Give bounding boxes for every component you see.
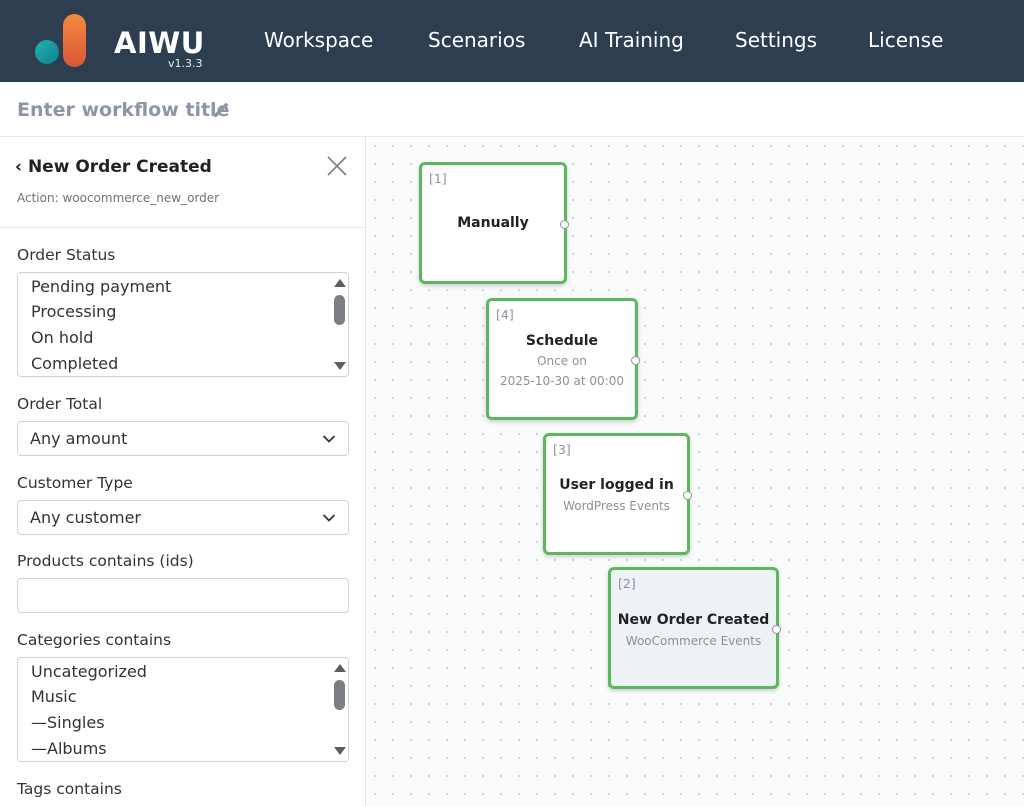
- list-item[interactable]: Uncategorized: [31, 662, 147, 681]
- scrollbar[interactable]: [330, 273, 348, 376]
- scroll-up-icon[interactable]: [334, 664, 346, 672]
- order-total-value: Any amount: [30, 429, 128, 448]
- scroll-down-icon[interactable]: [334, 362, 346, 370]
- nav-workspace[interactable]: Workspace: [264, 28, 373, 52]
- node-subtitle: WooCommerce Events: [625, 634, 762, 648]
- customer-type-label: Customer Type: [17, 474, 133, 492]
- action-label: Action: woocommerce_new_order: [17, 191, 220, 205]
- node-output-port[interactable]: [560, 220, 569, 229]
- workflow-title-input[interactable]: Enter workflow title: [17, 99, 229, 121]
- node-subtitle: Once on: [537, 354, 587, 368]
- node-subtitle: WordPress Events: [563, 499, 670, 513]
- top-bar: AIWU v1.3.3 Workspace Scenarios AI Train…: [0, 0, 1024, 82]
- chevron-down-icon: [322, 435, 336, 443]
- node-title: Manually: [457, 215, 529, 231]
- chevron-left-icon: ‹: [15, 157, 23, 177]
- order-total-label: Order Total: [17, 395, 103, 413]
- scrollbar-thumb[interactable]: [334, 680, 345, 710]
- list-item[interactable]: Processing: [31, 302, 116, 321]
- node-index: [4]: [496, 307, 514, 322]
- tags-label: Tags contains: [17, 780, 122, 798]
- list-item[interactable]: —Singles: [31, 713, 105, 732]
- panel-title: New Order Created: [27, 157, 212, 177]
- list-item[interactable]: Music: [31, 687, 77, 706]
- list-item[interactable]: On hold: [31, 328, 93, 347]
- node-index: [3]: [553, 442, 571, 457]
- chevron-down-icon: [322, 514, 336, 522]
- nav-ai-training[interactable]: AI Training: [579, 28, 684, 52]
- workflow-title-bar: Enter workflow title: [0, 82, 1024, 137]
- products-label: Products contains (ids): [17, 552, 194, 570]
- list-item[interactable]: Completed: [31, 354, 118, 373]
- nav-license[interactable]: License: [868, 28, 943, 52]
- node-index: [1]: [429, 171, 447, 186]
- list-item[interactable]: Pending payment: [31, 277, 171, 296]
- scroll-up-icon[interactable]: [334, 279, 346, 287]
- node-output-port[interactable]: [683, 491, 692, 500]
- scroll-down-icon[interactable]: [334, 747, 346, 755]
- node-title: Schedule: [525, 333, 599, 349]
- order-status-label: Order Status: [17, 246, 116, 264]
- workflow-node-new-order-created[interactable]: [2] New Order Created WooCommerce Events: [608, 567, 781, 689]
- node-output-port[interactable]: [631, 356, 640, 365]
- pencil-icon[interactable]: [211, 100, 231, 120]
- scrollbar[interactable]: [330, 658, 348, 761]
- scrollbar-thumb[interactable]: [334, 295, 345, 325]
- workflow-node-user-logged-in[interactable]: [3] User logged in WordPress Events: [543, 433, 692, 555]
- workflow-node-manually[interactable]: [1] Manually: [419, 162, 569, 284]
- order-total-select[interactable]: Any amount: [17, 421, 349, 456]
- node-index: [2]: [618, 576, 636, 591]
- app-version: v1.3.3: [168, 57, 203, 70]
- workflow-canvas[interactable]: [1] Manually [4] Schedule Once on 2025-1…: [366, 137, 1024, 806]
- node-title: New Order Created: [617, 612, 770, 628]
- aiwu-logo-icon: [35, 14, 86, 67]
- panel-header: ‹ New Order Created Action: woocommerce_…: [0, 137, 365, 228]
- products-input[interactable]: [17, 578, 349, 613]
- categories-label: Categories contains: [17, 631, 172, 649]
- back-button[interactable]: ‹ New Order Created: [15, 157, 212, 177]
- node-title: User logged in: [559, 477, 674, 493]
- customer-type-value: Any customer: [30, 508, 141, 527]
- nav-settings[interactable]: Settings: [735, 28, 817, 52]
- nav-scenarios[interactable]: Scenarios: [428, 28, 525, 52]
- close-icon[interactable]: [325, 154, 349, 178]
- brand-name: AIWU: [114, 26, 205, 60]
- workflow-node-schedule[interactable]: [4] Schedule Once on 2025-10-30 at 00:00: [486, 298, 640, 420]
- node-config-panel: ‹ New Order Created Action: woocommerce_…: [0, 137, 366, 806]
- node-output-port[interactable]: [772, 625, 781, 634]
- node-subtitle: 2025-10-30 at 00:00: [499, 374, 624, 388]
- list-item[interactable]: —Albums: [31, 739, 107, 758]
- order-status-listbox[interactable]: Pending payment Processing On hold Compl…: [17, 272, 349, 377]
- customer-type-select[interactable]: Any customer: [17, 500, 349, 535]
- categories-listbox[interactable]: Uncategorized Music —Singles —Albums: [17, 657, 349, 762]
